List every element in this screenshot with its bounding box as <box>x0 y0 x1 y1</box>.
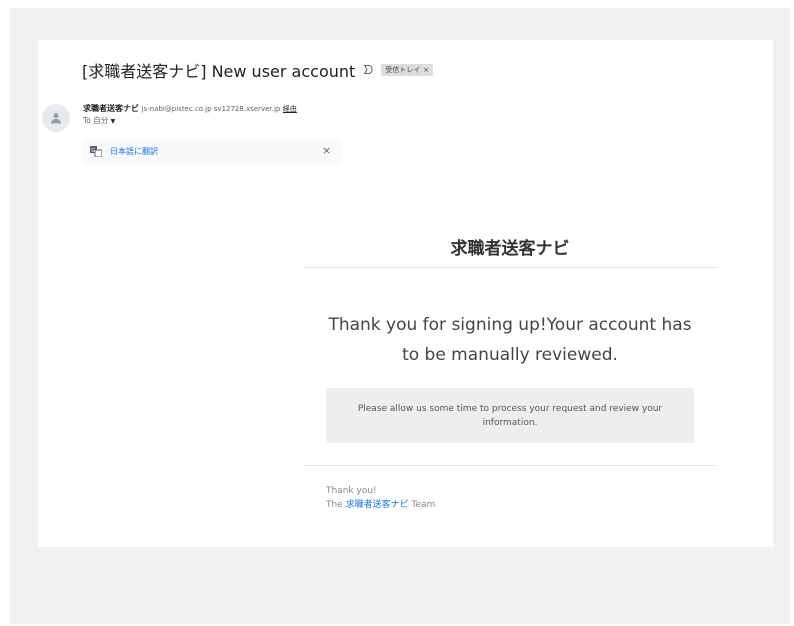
team-prefix: The <box>326 500 343 510</box>
team-line: The 求職者送客ナビ Team <box>326 498 435 512</box>
translate-link[interactable]: 日本語に翻訳 <box>110 146 158 157</box>
headline-line-2: to be manually reviewed. <box>402 345 618 365</box>
thanks-text: Thank you! <box>326 486 377 496</box>
team-brand-link[interactable]: 求職者送客ナビ <box>346 500 409 510</box>
close-icon[interactable]: × <box>322 144 331 157</box>
email-headline: Thank you for signing up!Your account ha… <box>304 310 716 370</box>
headline-line-1: Thank you for signing up!Your account ha… <box>328 315 692 335</box>
chevron-down-icon[interactable]: ▼ <box>111 118 116 125</box>
recipient-line[interactable]: To 自分 ▼ <box>83 115 115 126</box>
translate-bar: G 日本語に翻訳 × <box>82 140 342 164</box>
sender-avatar[interactable] <box>42 104 70 132</box>
sender-line: 求職者送客ナビ js-nabi@pistec.co.jp sv12728.xse… <box>83 103 297 114</box>
team-suffix: Team <box>411 500 436 510</box>
translate-icon: G <box>90 146 102 157</box>
signature: Thank you! The 求職者送客ナビ Team <box>326 484 435 512</box>
important-marker-icon[interactable]: ᗤ <box>363 63 373 78</box>
email-brand-title: 求職者送客ナビ <box>450 239 570 259</box>
sender-name[interactable]: 求職者送客ナビ <box>83 104 139 113</box>
notice-text: Please allow us some time to process you… <box>357 403 663 428</box>
email-subject: [求職者送客ナビ] New user account <box>82 62 356 81</box>
subject-row: [求職者送客ナビ] New user account ᗤ 受信トレイ × <box>82 58 434 82</box>
divider-top <box>304 267 716 268</box>
notice-box: Please allow us some time to process you… <box>326 388 694 443</box>
message-card <box>38 40 773 547</box>
inbox-label-text: 受信トレイ <box>385 66 421 74</box>
svg-text:G: G <box>91 148 95 154</box>
recipient-label: To 自分 <box>83 116 109 125</box>
person-icon <box>51 112 61 124</box>
inbox-label-chip[interactable]: 受信トレイ × <box>381 64 434 76</box>
sender-via-link[interactable]: 経由 <box>283 105 297 113</box>
divider-bottom <box>304 465 716 466</box>
remove-label-icon[interactable]: × <box>423 66 429 74</box>
sender-email: js-nabi@pistec.co.jp sv12728.xserver.jp <box>141 105 281 113</box>
